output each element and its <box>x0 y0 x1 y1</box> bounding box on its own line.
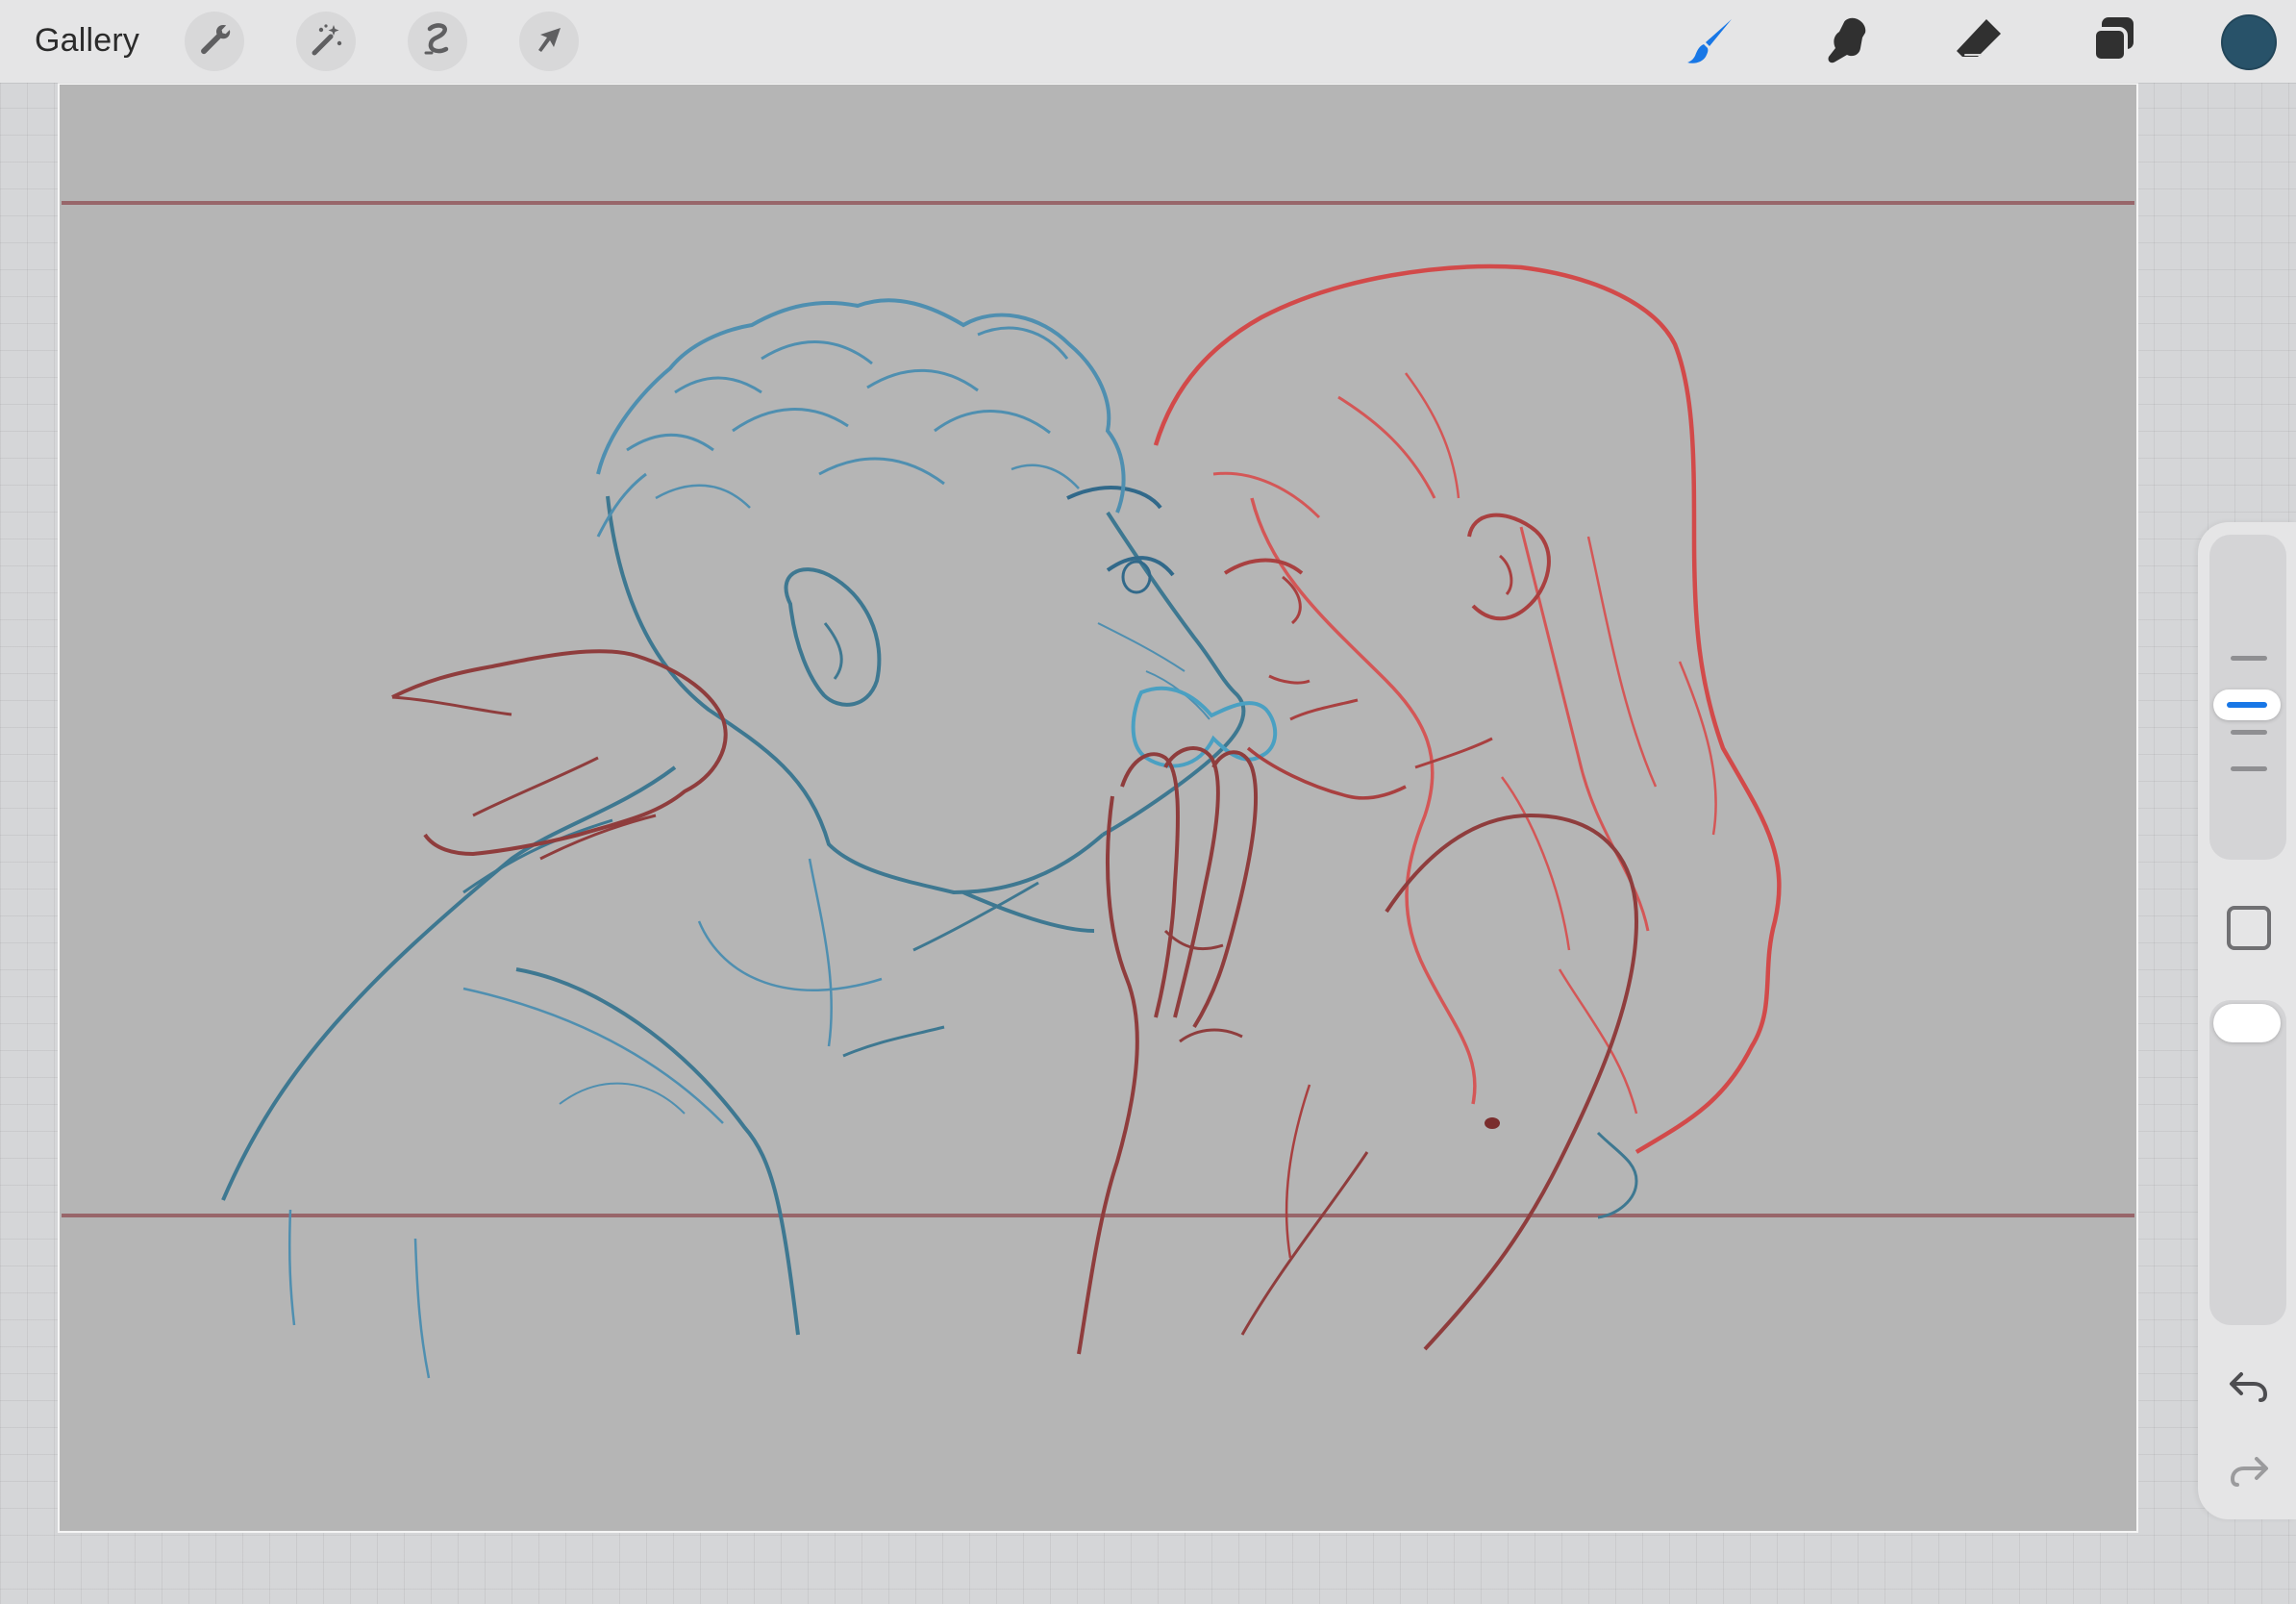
redo-icon <box>2227 1451 2271 1492</box>
size-slider-tick <box>2231 730 2267 735</box>
layers-icon <box>2085 13 2141 73</box>
actions-button[interactable] <box>185 12 244 71</box>
drawing-canvas[interactable] <box>58 83 2138 1533</box>
eraser-tool-button[interactable] <box>1948 12 2009 73</box>
magic-wand-icon <box>307 20 345 63</box>
adjustments-button[interactable] <box>296 12 356 71</box>
opacity-knob[interactable] <box>2213 1004 2281 1042</box>
size-slider-tick <box>2231 766 2267 771</box>
gallery-button[interactable]: Gallery <box>35 17 139 63</box>
wrench-icon <box>196 21 233 63</box>
size-slider-tick <box>2231 656 2267 661</box>
selection-button[interactable] <box>408 12 467 71</box>
redo-button[interactable] <box>2223 1445 2275 1497</box>
top-toolbar: Gallery <box>0 0 2296 83</box>
undo-button[interactable] <box>2223 1361 2275 1413</box>
layers-button[interactable] <box>2083 12 2144 73</box>
brush-tool-button[interactable] <box>1681 12 1742 73</box>
eraser-icon <box>1951 13 2007 73</box>
procreate-app: Gallery <box>0 0 2296 1604</box>
current-color-button[interactable] <box>2221 14 2277 70</box>
opacity-slider[interactable] <box>2209 1000 2286 1325</box>
brush-icon <box>1684 13 1739 73</box>
sketch-artwork <box>60 85 2136 1531</box>
transform-button[interactable] <box>519 12 579 71</box>
modify-button[interactable] <box>2227 906 2271 950</box>
arrow-cursor-icon <box>531 21 567 63</box>
selection-s-icon <box>420 21 455 63</box>
smudge-tool-button[interactable] <box>1814 12 1876 73</box>
smudge-finger-icon <box>1817 13 1873 73</box>
undo-icon <box>2227 1366 2271 1408</box>
brush-size-indicator <box>2227 702 2267 708</box>
